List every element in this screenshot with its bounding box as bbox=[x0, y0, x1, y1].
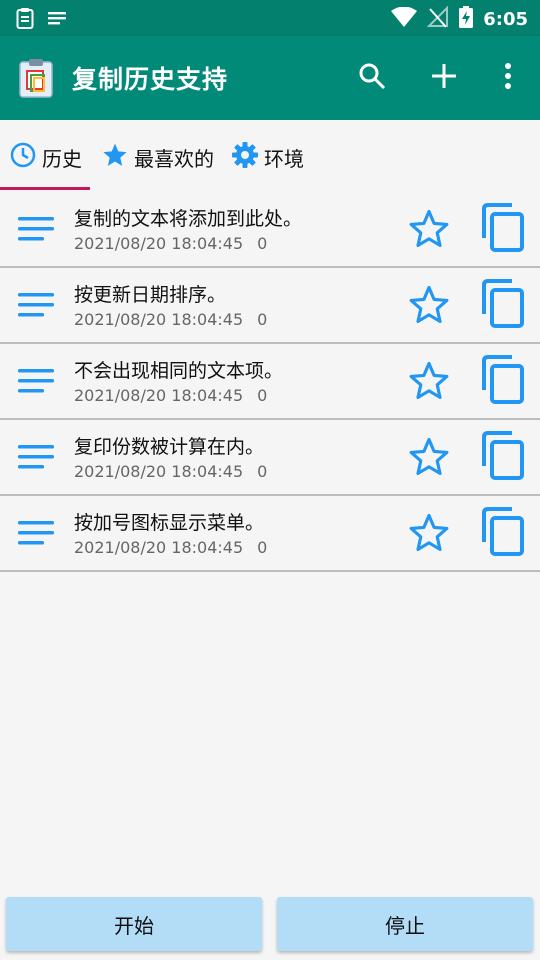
favorite-star-icon[interactable] bbox=[408, 512, 450, 554]
clipboard-notification-icon bbox=[16, 7, 34, 33]
search-icon bbox=[358, 62, 386, 94]
favorite-star-icon[interactable] bbox=[408, 284, 450, 326]
tab-indicator bbox=[0, 187, 90, 190]
tab-history[interactable]: 历史 bbox=[10, 142, 82, 173]
wifi-icon bbox=[391, 6, 418, 31]
menu-lines-icon[interactable] bbox=[16, 442, 58, 472]
copy-icon[interactable] bbox=[478, 278, 528, 330]
item-timestamp: 2021/08/20 18:04:45 bbox=[74, 310, 244, 329]
stop-button[interactable]: 停止 bbox=[277, 897, 533, 951]
tab-settings-label: 环境 bbox=[264, 147, 304, 171]
app-logo bbox=[18, 58, 54, 98]
list-item[interactable]: 复印份数被计算在内。 2021/08/20 18:04:45 0 bbox=[0, 420, 540, 496]
item-copy-count: 0 bbox=[257, 310, 268, 329]
list-item[interactable]: 复制的文本将添加到此处。 2021/08/20 18:04:45 0 bbox=[0, 192, 540, 268]
copy-icon[interactable] bbox=[478, 506, 528, 558]
list-item[interactable]: 按更新日期排序。 2021/08/20 18:04:45 0 bbox=[0, 268, 540, 344]
item-meta: 2021/08/20 18:04:45 0 bbox=[74, 386, 267, 405]
item-copy-count: 0 bbox=[257, 234, 268, 253]
menu-lines-icon[interactable] bbox=[16, 366, 58, 396]
tab-favorites-label: 最喜欢的 bbox=[134, 147, 214, 171]
item-title: 按更新日期排序。 bbox=[74, 284, 227, 306]
favorite-star-icon[interactable] bbox=[408, 360, 450, 402]
item-title: 复印份数被计算在内。 bbox=[74, 436, 265, 458]
item-timestamp: 2021/08/20 18:04:45 bbox=[74, 462, 244, 481]
status-bar: 6:05 bbox=[0, 0, 540, 36]
list-item[interactable]: 不会出现相同的文本项。 2021/08/20 18:04:45 0 bbox=[0, 344, 540, 420]
star-icon bbox=[102, 142, 128, 173]
gear-icon bbox=[232, 142, 258, 173]
item-timestamp: 2021/08/20 18:04:45 bbox=[74, 234, 244, 253]
tab-bar: 历史 最喜欢的 环境 bbox=[0, 120, 540, 192]
tab-history-label: 历史 bbox=[42, 147, 82, 171]
tab-favorites[interactable]: 最喜欢的 bbox=[102, 142, 214, 173]
item-meta: 2021/08/20 18:04:45 0 bbox=[74, 310, 267, 329]
battery-charging-icon bbox=[459, 6, 474, 32]
list-item[interactable]: 按加号图标显示菜单。 2021/08/20 18:04:45 0 bbox=[0, 496, 540, 572]
favorite-star-icon[interactable] bbox=[408, 208, 450, 250]
item-title: 按加号图标显示菜单。 bbox=[74, 512, 265, 534]
search-button[interactable] bbox=[354, 60, 390, 96]
item-meta: 2021/08/20 18:04:45 0 bbox=[74, 234, 267, 253]
menu-lines-icon[interactable] bbox=[16, 290, 58, 320]
item-timestamp: 2021/08/20 18:04:45 bbox=[74, 386, 244, 405]
add-button[interactable] bbox=[426, 60, 462, 96]
more-vertical-icon bbox=[504, 62, 512, 94]
history-list: 复制的文本将添加到此处。 2021/08/20 18:04:45 0 按更新日期排… bbox=[0, 192, 540, 572]
item-meta: 2021/08/20 18:04:45 0 bbox=[74, 538, 267, 557]
notes-notification-icon bbox=[48, 10, 68, 30]
start-button[interactable]: 开始 bbox=[6, 897, 262, 951]
item-meta: 2021/08/20 18:04:45 0 bbox=[74, 462, 267, 481]
item-title: 复制的文本将添加到此处。 bbox=[74, 208, 303, 230]
item-copy-count: 0 bbox=[257, 538, 268, 557]
copy-icon[interactable] bbox=[478, 430, 528, 482]
app-title: 复制历史支持 bbox=[72, 65, 229, 94]
plus-icon bbox=[431, 63, 457, 93]
item-timestamp: 2021/08/20 18:04:45 bbox=[74, 538, 244, 557]
tab-settings[interactable]: 环境 bbox=[232, 142, 304, 173]
overflow-menu-button[interactable] bbox=[490, 60, 526, 96]
item-title: 不会出现相同的文本项。 bbox=[74, 360, 284, 382]
app-bar: 复制历史支持 bbox=[0, 36, 540, 120]
item-copy-count: 0 bbox=[257, 386, 268, 405]
favorite-star-icon[interactable] bbox=[408, 436, 450, 478]
clock-icon bbox=[10, 142, 36, 173]
copy-icon[interactable] bbox=[478, 354, 528, 406]
menu-lines-icon[interactable] bbox=[16, 214, 58, 244]
menu-lines-icon[interactable] bbox=[16, 518, 58, 548]
item-copy-count: 0 bbox=[257, 462, 268, 481]
copy-icon[interactable] bbox=[478, 202, 528, 254]
clock-time: 6:05 bbox=[483, 8, 528, 30]
no-signal-icon bbox=[426, 5, 449, 32]
